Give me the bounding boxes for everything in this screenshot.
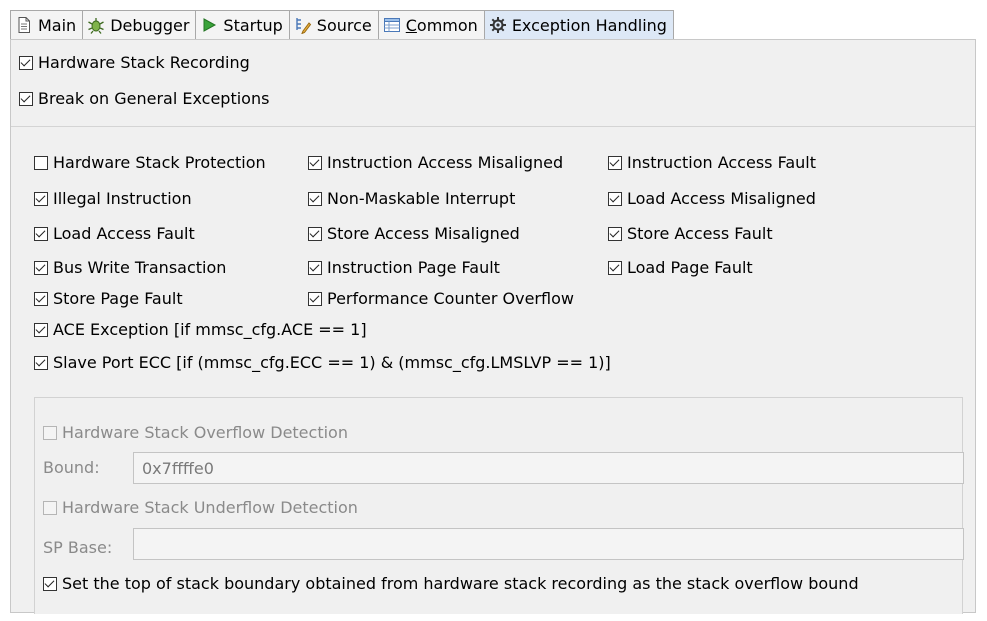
exception-label: Instruction Access Fault	[627, 153, 816, 172]
hardware-stack-underflow-detection-checkbox[interactable]	[43, 500, 57, 515]
exception-slave-port-ecc[interactable]: Slave Port ECC [if (mmsc_cfg.ECC == 1) &…	[34, 353, 611, 372]
instruction-page-fault-checkbox[interactable]	[308, 260, 322, 275]
tab-common-label: Common	[406, 16, 478, 35]
store-page-fault-checkbox[interactable]	[34, 291, 48, 306]
exception-label: Load Page Fault	[627, 258, 753, 277]
sp-base-label: SP Base:	[43, 538, 112, 557]
set-top-of-stack-checkbox[interactable]	[43, 576, 57, 591]
exception-performance-counter-overflow[interactable]: Performance Counter Overflow	[308, 289, 574, 308]
exception-load-access-misaligned[interactable]: Load Access Misaligned	[608, 189, 816, 208]
exception-store-access-fault[interactable]: Store Access Fault	[608, 224, 773, 243]
table-icon	[383, 16, 401, 34]
bound-input[interactable]: 0x7ffffe0	[133, 452, 964, 484]
ace-exception-checkbox[interactable]	[34, 322, 48, 337]
hardware-stack-underflow-detection-label: Hardware Stack Underflow Detection	[62, 498, 358, 517]
tab-exception-handling[interactable]: Exception Handling	[483, 10, 674, 40]
exception-label: Instruction Access Misaligned	[327, 153, 564, 172]
tab-debugger[interactable]: Debugger	[82, 10, 196, 40]
exception-load-page-fault[interactable]: Load Page Fault	[608, 258, 753, 277]
tab-startup-label: Startup	[223, 15, 283, 35]
exception-label: Store Page Fault	[53, 289, 183, 308]
gear-icon	[489, 16, 507, 34]
document-icon	[15, 16, 33, 34]
instruction-access-fault-checkbox[interactable]	[608, 155, 622, 170]
load-page-fault-checkbox[interactable]	[608, 260, 622, 275]
slave-port-ecc-checkbox[interactable]	[34, 355, 48, 370]
exception-store-page-fault[interactable]: Store Page Fault	[34, 289, 183, 308]
bus-write-transaction-checkbox[interactable]	[34, 260, 48, 275]
exception-label: Slave Port ECC [if (mmsc_cfg.ECC == 1) &…	[53, 353, 611, 372]
exception-label: Store Access Fault	[627, 224, 773, 243]
tab-common-label-rest: ommon	[416, 15, 478, 35]
launch-config-tabs: Main Debugger Startup Source Common Exce…	[10, 10, 674, 40]
exception-load-access-fault[interactable]: Load Access Fault	[34, 224, 195, 243]
exception-label: Performance Counter Overflow	[327, 289, 574, 308]
hardware-stack-protection-checkbox[interactable]	[34, 155, 48, 170]
bug-icon	[87, 16, 105, 34]
hardware-stack-overflow-detection-option[interactable]: Hardware Stack Overflow Detection	[43, 423, 348, 442]
tab-main-label: Main	[38, 15, 77, 35]
tab-startup[interactable]: Startup	[195, 10, 289, 40]
break-on-general-exceptions-label: Break on General Exceptions	[38, 89, 270, 108]
hardware-stack-recording-option[interactable]: Hardware Stack Recording	[19, 53, 250, 72]
tab-debugger-label: Debugger	[110, 15, 190, 35]
exception-label: Bus Write Transaction	[53, 258, 227, 277]
source-icon	[294, 16, 312, 35]
non-maskable-interrupt-checkbox[interactable]	[308, 191, 322, 206]
exception-label: Instruction Page Fault	[327, 258, 500, 277]
break-on-general-exceptions-option[interactable]: Break on General Exceptions	[19, 89, 269, 108]
sp-base-input[interactable]	[133, 528, 964, 560]
illegal-instruction-checkbox[interactable]	[34, 191, 48, 206]
set-top-of-stack-label: Set the top of stack boundary obtained f…	[62, 574, 859, 593]
exception-non-maskable-interrupt[interactable]: Non-Maskable Interrupt	[308, 189, 515, 208]
sp-base-label-text: SP Base:	[43, 538, 113, 557]
tab-common-mnemonic: C	[405, 15, 417, 35]
tab-common[interactable]: Common	[377, 10, 484, 40]
tab-exception-handling-label: Exception Handling	[511, 15, 667, 35]
section-divider	[11, 126, 975, 127]
instruction-access-misaligned-checkbox[interactable]	[308, 155, 322, 170]
load-access-misaligned-checkbox[interactable]	[608, 191, 622, 206]
hardware-stack-overflow-detection-checkbox[interactable]	[43, 425, 57, 440]
exception-label: Non-Maskable Interrupt	[327, 189, 516, 208]
exception-label: Load Access Misaligned	[627, 189, 816, 208]
exception-instruction-page-fault[interactable]: Instruction Page Fault	[308, 258, 500, 277]
load-access-fault-checkbox[interactable]	[34, 226, 48, 241]
bound-label: Bound:	[43, 458, 100, 477]
exception-ace[interactable]: ACE Exception [if mmsc_cfg.ACE == 1]	[34, 320, 367, 339]
exception-hardware-stack-protection[interactable]: Hardware Stack Protection	[34, 153, 266, 172]
performance-counter-overflow-checkbox[interactable]	[308, 291, 322, 306]
store-access-misaligned-checkbox[interactable]	[308, 226, 322, 241]
exception-handling-panel: Hardware Stack Recording Break on Genera…	[10, 39, 976, 614]
exception-bus-write-transaction[interactable]: Bus Write Transaction	[34, 258, 226, 277]
hardware-stack-overflow-detection-label: Hardware Stack Overflow Detection	[62, 423, 348, 442]
hardware-stack-recording-label: Hardware Stack Recording	[38, 53, 250, 72]
store-access-fault-checkbox[interactable]	[608, 226, 622, 241]
exception-label: Illegal Instruction	[53, 189, 192, 208]
tab-source[interactable]: Source	[288, 10, 378, 40]
bound-label-text: Bound:	[43, 458, 100, 477]
exception-label: ACE Exception [if mmsc_cfg.ACE == 1]	[53, 320, 367, 339]
hardware-stack-recording-checkbox[interactable]	[19, 55, 33, 70]
exception-instruction-access-fault[interactable]: Instruction Access Fault	[608, 153, 816, 172]
set-top-of-stack-option[interactable]: Set the top of stack boundary obtained f…	[43, 574, 859, 593]
exception-label: Store Access Misaligned	[327, 224, 520, 243]
hardware-stack-underflow-detection-option[interactable]: Hardware Stack Underflow Detection	[43, 498, 358, 517]
exception-instruction-access-misaligned[interactable]: Instruction Access Misaligned	[308, 153, 563, 172]
bound-input-value: 0x7ffffe0	[142, 458, 214, 478]
stack-detection-group: Hardware Stack Overflow Detection Bound:…	[34, 397, 964, 614]
exception-label: Load Access Fault	[53, 224, 195, 243]
play-icon	[200, 16, 218, 34]
break-on-general-exceptions-checkbox[interactable]	[19, 91, 33, 106]
tab-source-label: Source	[316, 15, 372, 35]
exception-illegal-instruction[interactable]: Illegal Instruction	[34, 189, 192, 208]
exception-store-access-misaligned[interactable]: Store Access Misaligned	[308, 224, 520, 243]
exception-label: Hardware Stack Protection	[53, 153, 266, 172]
tab-main[interactable]: Main	[10, 10, 83, 40]
